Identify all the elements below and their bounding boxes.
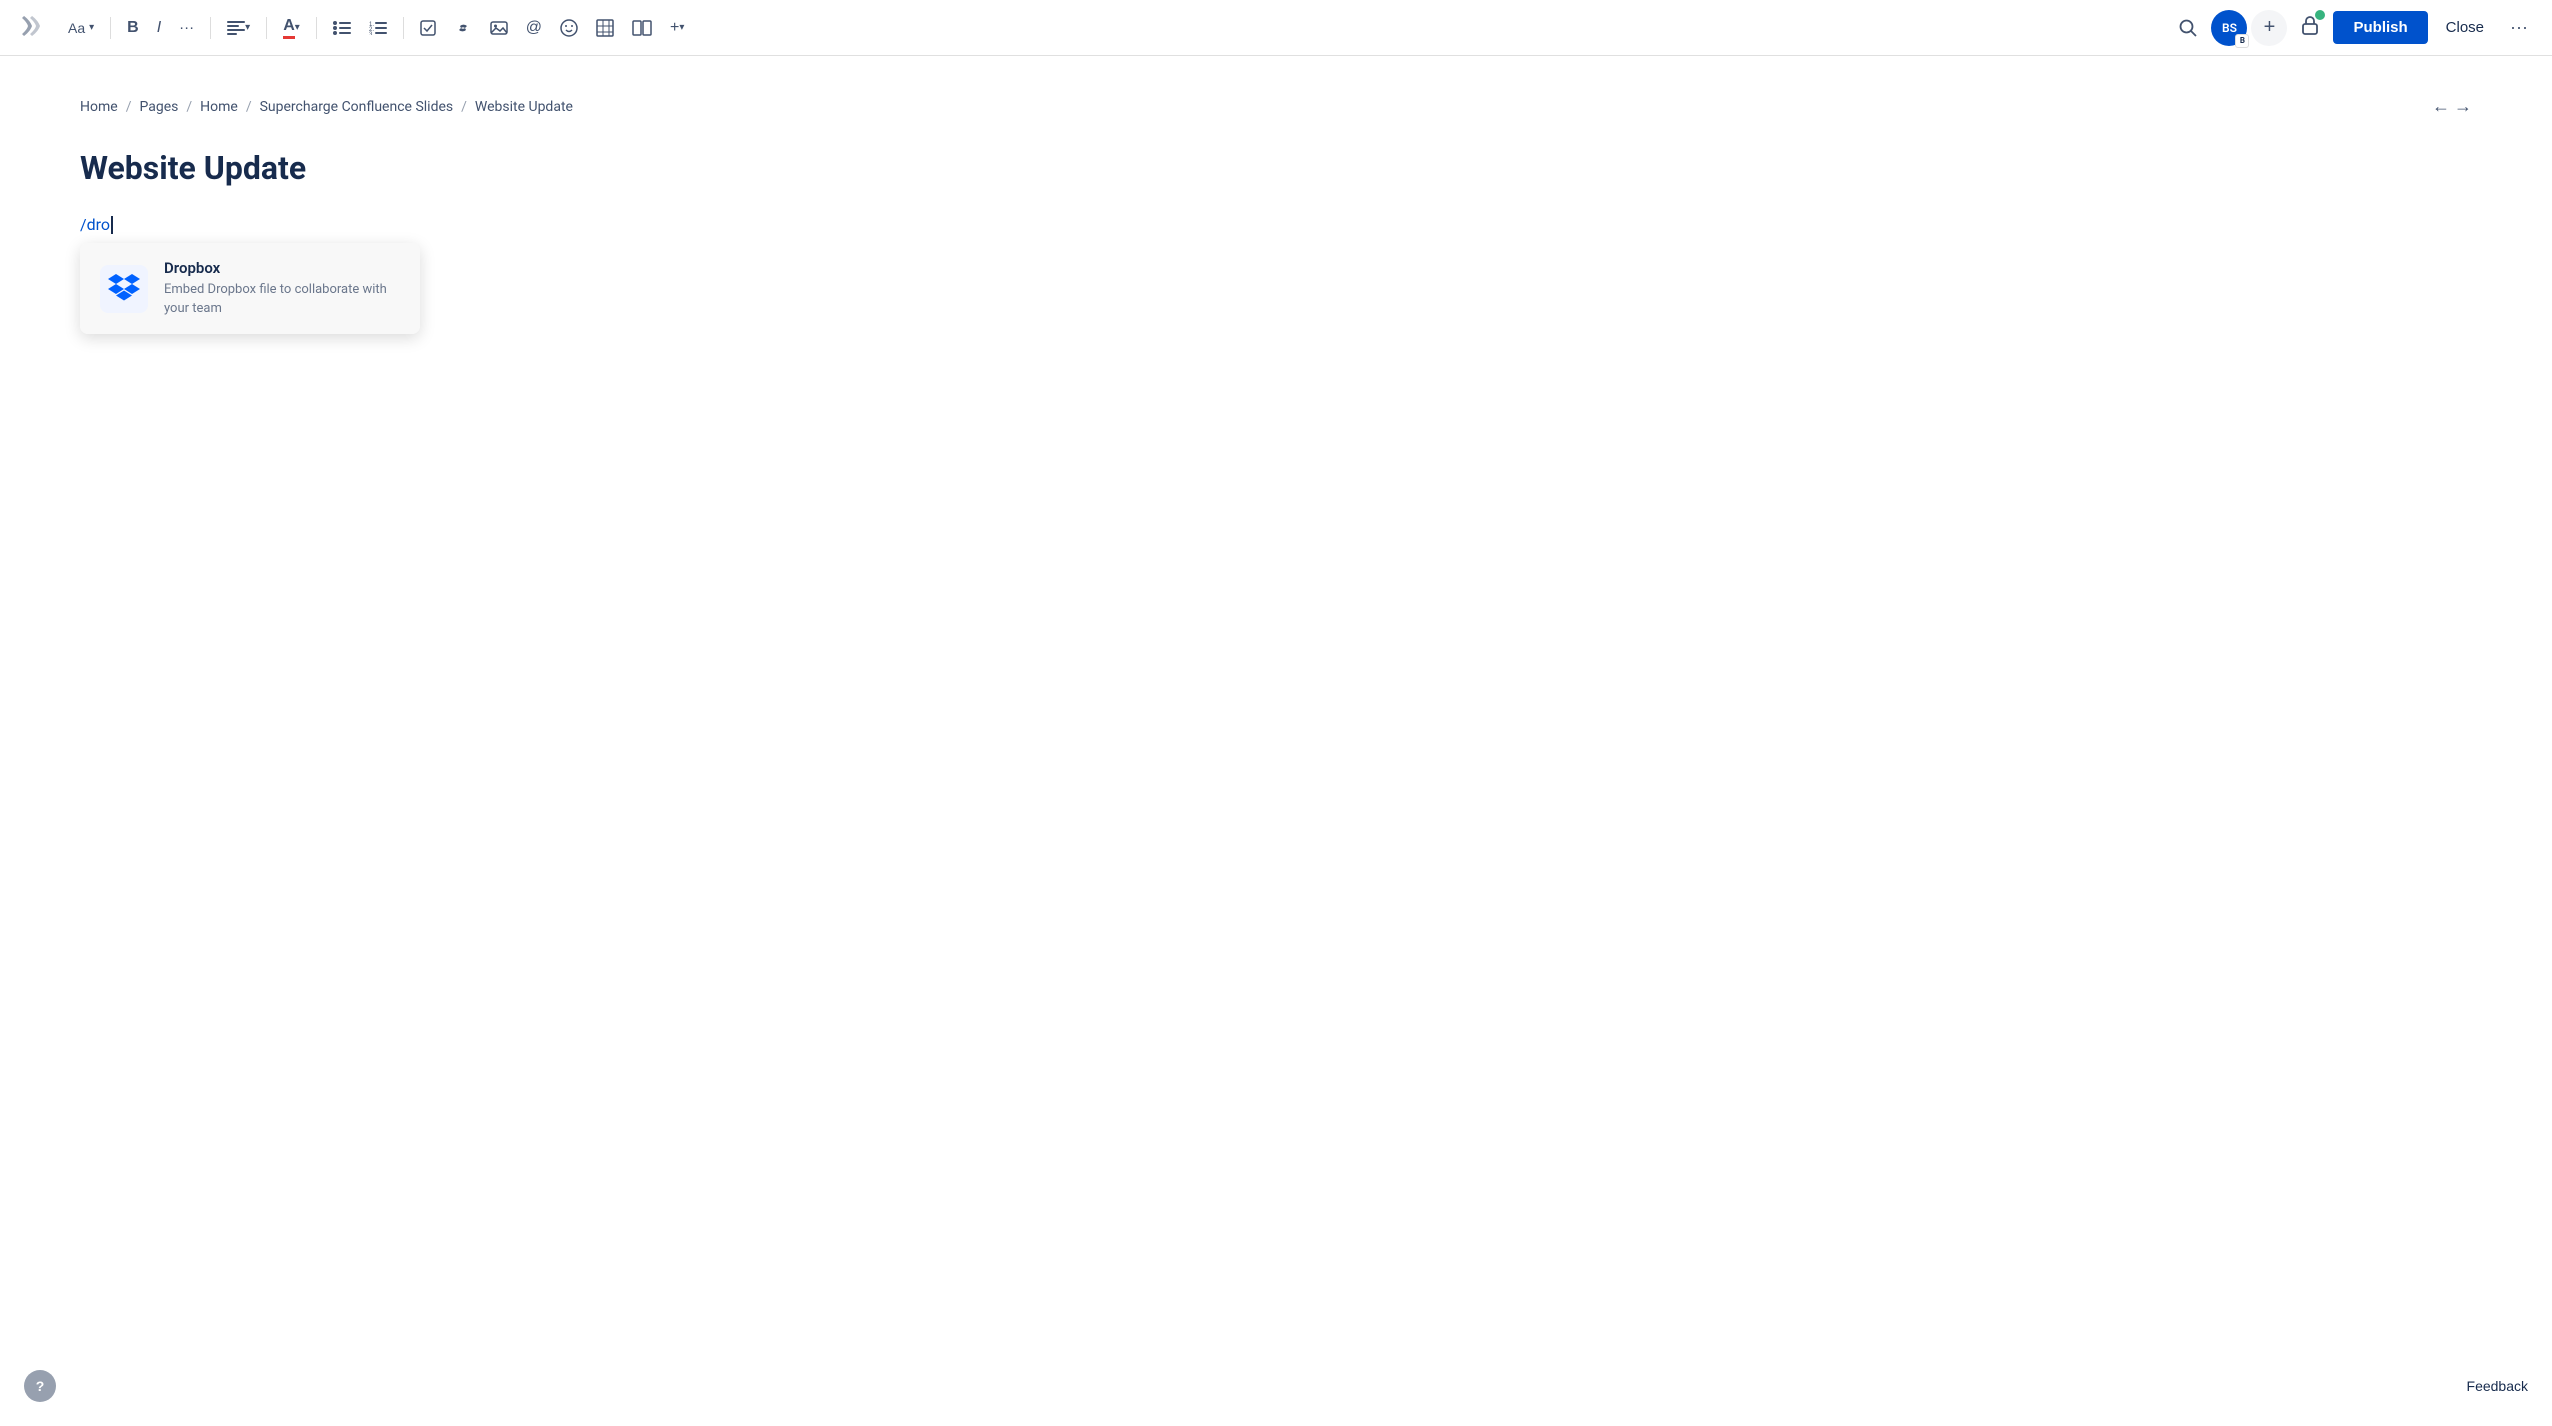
add-collaborator-button[interactable]: +: [2251, 10, 2287, 46]
text-color-button[interactable]: A ▾: [275, 11, 308, 45]
app-logo[interactable]: [16, 10, 48, 46]
lock-status-badge: [2315, 10, 2325, 20]
toolbar: Aa ▾ B I ··· ▾ A: [0, 0, 2552, 56]
breadcrumb-navigation[interactable]: ← →: [2432, 96, 2472, 117]
main-content: Home / Pages / Home / Supercharge Conflu…: [0, 96, 2552, 234]
nav-prev-icon: ←: [2432, 96, 2450, 117]
link-icon: [454, 20, 472, 36]
search-button[interactable]: [2171, 13, 2205, 43]
image-icon: [490, 20, 508, 36]
breadcrumb-supercharge[interactable]: Supercharge Confluence Slides: [260, 99, 454, 115]
align-button[interactable]: ▾: [219, 15, 258, 41]
more-options-icon: ···: [2510, 17, 2528, 37]
align-chevron-icon: ▾: [245, 22, 250, 33]
collaborator-avatars: BS B +: [2211, 10, 2287, 46]
breadcrumb-sep-3: /: [246, 99, 252, 115]
insert-button[interactable]: + ▾: [662, 13, 692, 43]
user-avatar[interactable]: BS B: [2211, 10, 2247, 46]
mention-icon: @: [526, 19, 542, 37]
align-icon: [227, 21, 245, 35]
divider-3: [266, 17, 267, 39]
table-icon: [596, 19, 614, 37]
bold-label: B: [127, 19, 139, 37]
text-format-group: B I ···: [119, 13, 202, 43]
avatar-initials: BS: [2222, 21, 2237, 35]
numbered-list-button[interactable]: 1. 2. 3.: [361, 15, 395, 41]
italic-label: I: [157, 19, 161, 37]
close-button[interactable]: Close: [2434, 11, 2496, 44]
page-title: Website Update: [80, 149, 2472, 187]
toolbar-right: BS B + Publish Close ···: [2171, 8, 2536, 48]
task-button[interactable]: [412, 14, 444, 42]
font-group: Aa ▾: [60, 14, 102, 42]
italic-button[interactable]: I: [149, 13, 169, 43]
dropbox-text: Dropbox Embed Dropbox file to collaborat…: [164, 259, 400, 317]
breadcrumb-sep-1: /: [126, 99, 132, 115]
publish-label: Publish: [2353, 19, 2407, 36]
align-group: ▾: [219, 15, 258, 41]
close-label: Close: [2446, 19, 2484, 36]
svg-text:3.: 3.: [369, 32, 374, 35]
layout-icon: [632, 20, 652, 36]
image-button[interactable]: [482, 14, 516, 42]
breadcrumb-current[interactable]: Website Update: [475, 99, 573, 115]
breadcrumb-sep-4: /: [461, 99, 467, 115]
emoji-button[interactable]: [552, 13, 586, 43]
editor-content[interactable]: /dro Dropbox Embed Dropbox file to co: [80, 215, 2472, 234]
text-cursor: [111, 216, 113, 234]
feedback-label: Feedback: [2467, 1378, 2528, 1394]
insert-chevron-icon: ▾: [679, 22, 684, 33]
dropbox-description: Embed Dropbox file to collaborate with y…: [164, 281, 400, 317]
font-button[interactable]: Aa ▾: [60, 14, 102, 42]
bold-button[interactable]: B: [119, 13, 147, 43]
mention-button[interactable]: @: [518, 13, 550, 43]
font-chevron-icon: ▾: [89, 22, 94, 33]
breadcrumb-pages[interactable]: Pages: [139, 99, 178, 115]
command-dropdown: Dropbox Embed Dropbox file to collaborat…: [80, 243, 420, 333]
color-chevron-icon: ▾: [295, 22, 300, 33]
dropbox-logo-icon: [108, 274, 140, 304]
link-button[interactable]: [446, 14, 480, 42]
dropbox-title: Dropbox: [164, 259, 400, 277]
more-options-button[interactable]: ···: [2502, 11, 2536, 44]
divider-2: [210, 17, 211, 39]
breadcrumb: Home / Pages / Home / Supercharge Conflu…: [80, 96, 2472, 117]
slash-command-text: /dro: [80, 215, 110, 234]
divider-5: [403, 17, 404, 39]
text-color-label: A: [283, 17, 295, 39]
insert-plus-icon: +: [670, 19, 679, 37]
bullet-list-button[interactable]: [325, 15, 359, 41]
divider-4: [316, 17, 317, 39]
bullet-list-icon: [333, 21, 351, 35]
help-icon: ?: [36, 1378, 45, 1394]
feedback-button[interactable]: Feedback: [2467, 1378, 2528, 1394]
footer: ? Feedback: [24, 1370, 2528, 1402]
emoji-icon: [560, 19, 578, 37]
color-group: A ▾: [275, 11, 308, 45]
dropbox-option[interactable]: Dropbox Embed Dropbox file to collaborat…: [80, 243, 420, 333]
breadcrumb-sep-2: /: [186, 99, 192, 115]
dropbox-icon-wrap: [100, 265, 148, 313]
avatar-badge: B: [2235, 34, 2249, 48]
breadcrumb-home[interactable]: Home: [80, 99, 118, 115]
more-format-icon: ···: [179, 19, 194, 36]
lock-button[interactable]: [2293, 8, 2327, 48]
list-group: 1. 2. 3.: [325, 15, 395, 41]
font-label: Aa: [68, 20, 85, 36]
nav-next-icon: →: [2454, 96, 2472, 117]
layout-button[interactable]: [624, 14, 660, 42]
more-format-button[interactable]: ···: [171, 13, 202, 42]
publish-button[interactable]: Publish: [2333, 11, 2427, 44]
help-button[interactable]: ?: [24, 1370, 56, 1402]
task-icon: [420, 20, 436, 36]
breadcrumb-home2[interactable]: Home: [200, 99, 238, 115]
search-icon: [2179, 19, 2197, 37]
divider-1: [110, 17, 111, 39]
add-collaborator-icon: +: [2264, 16, 2276, 39]
table-button[interactable]: [588, 13, 622, 43]
insert-group: @ + ▾: [412, 13, 693, 43]
numbered-list-icon: 1. 2. 3.: [369, 21, 387, 35]
